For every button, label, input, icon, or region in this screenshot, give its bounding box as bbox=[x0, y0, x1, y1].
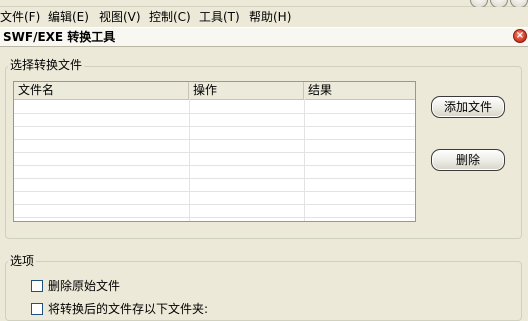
column-header-filename[interactable]: 文件名 bbox=[14, 82, 189, 99]
menu-help[interactable]: 帮助(H) bbox=[249, 10, 291, 25]
column-header-result[interactable]: 结果 bbox=[304, 82, 415, 99]
file-list-header: 文件名 操作 结果 bbox=[14, 82, 415, 100]
grid-line bbox=[14, 113, 415, 114]
delete-button[interactable]: 删除 bbox=[431, 149, 505, 171]
menu-edit[interactable]: 编辑(E) bbox=[48, 10, 89, 25]
grid-line bbox=[14, 191, 415, 192]
grid-line bbox=[14, 178, 415, 179]
menu-control[interactable]: 控制(C) bbox=[149, 10, 191, 25]
grid-line bbox=[14, 126, 415, 127]
grid-line bbox=[14, 139, 415, 140]
save-to-folder-label: 将转换后的文件存以下文件夹: bbox=[48, 302, 209, 316]
close-icon[interactable]: × bbox=[513, 29, 527, 43]
delete-original-label: 删除原始文件 bbox=[48, 279, 121, 293]
menu-view[interactable]: 视图(V) bbox=[99, 10, 141, 25]
save-to-folder-checkbox[interactable] bbox=[31, 303, 43, 315]
select-files-group-label: 选择转换文件 bbox=[8, 58, 85, 72]
column-header-action[interactable]: 操作 bbox=[189, 82, 304, 99]
delete-original-checkbox[interactable] bbox=[31, 280, 43, 292]
grid-line bbox=[304, 99, 305, 221]
grid-line bbox=[14, 152, 415, 153]
panel-title: SWF/EXE 转换工具 bbox=[3, 30, 116, 44]
menu-tools[interactable]: 工具(T) bbox=[199, 10, 240, 25]
add-file-button[interactable]: 添加文件 bbox=[431, 96, 505, 118]
grid-line bbox=[189, 99, 190, 221]
options-group-label: 选项 bbox=[8, 254, 37, 268]
file-list[interactable]: 文件名 操作 结果 bbox=[13, 81, 416, 222]
panel-header: SWF/EXE 转换工具 × bbox=[0, 27, 528, 47]
window-title-bar bbox=[0, 0, 528, 7]
menu-file[interactable]: 文件(F) bbox=[0, 10, 40, 25]
grid-line bbox=[14, 217, 415, 218]
grid-line bbox=[14, 165, 415, 166]
grid-line bbox=[14, 204, 415, 205]
